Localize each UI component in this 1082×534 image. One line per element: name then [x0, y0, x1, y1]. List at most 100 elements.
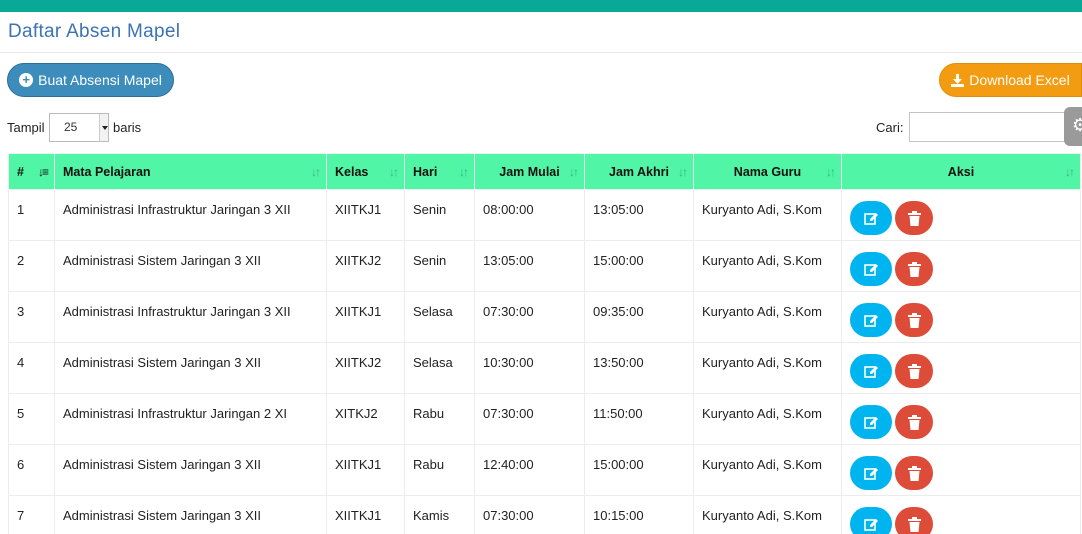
download-icon: [951, 73, 965, 87]
end-time-cell: 13:05:00: [584, 189, 694, 241]
column-header-subject[interactable]: Mata Pelajaran ↓↑: [54, 153, 327, 190]
row-number: 3: [8, 291, 55, 343]
end-time-cell: 09:35:00: [584, 291, 694, 343]
settings-side-tab[interactable]: ⚙: [1064, 107, 1082, 146]
subject-cell: Administrasi Sistem Jaringan 3 XII: [54, 342, 327, 394]
page-length-select[interactable]: 25: [49, 113, 109, 142]
delete-button[interactable]: [895, 405, 933, 439]
class-cell: XIITKJ2: [326, 342, 405, 394]
teacher-cell: Kuryanto Adi, S.Kom: [693, 291, 842, 343]
end-time-cell: 15:00:00: [584, 444, 694, 496]
column-header-end-time[interactable]: Jam Akhri ↓↑: [584, 153, 694, 190]
start-time-cell: 07:30:00: [474, 291, 585, 343]
day-cell: Selasa: [404, 291, 475, 343]
column-header-label: Nama Guru: [733, 164, 802, 179]
edit-button[interactable]: [850, 405, 892, 439]
edit-icon: [863, 314, 878, 327]
subject-cell: Administrasi Infrastruktur Jaringan 2 XI: [54, 393, 327, 445]
edit-icon: [863, 467, 878, 480]
class-cell: XIITKJ1: [326, 291, 405, 343]
length-prefix-label: Tampil: [7, 120, 45, 135]
table-header-row: # ↓≡ Mata Pelajaran ↓↑ Kelas ↓↑ Hari ↓↑ …: [8, 153, 1081, 190]
actions-cell: [841, 495, 1081, 534]
sort-icon: ↓≡: [37, 165, 49, 179]
day-cell: Kamis: [404, 495, 475, 534]
teacher-cell: Kuryanto Adi, S.Kom: [693, 444, 842, 496]
start-time-cell: 12:40:00: [474, 444, 585, 496]
delete-button[interactable]: [895, 354, 933, 388]
row-number: 7: [8, 495, 55, 534]
sort-icon: ↓↑: [826, 165, 836, 179]
actions-cell: [841, 240, 1081, 292]
table-row: 2 Administrasi Sistem Jaringan 3 XII XIITK…: [8, 240, 1081, 292]
trash-icon: [907, 210, 921, 226]
day-cell: Rabu: [404, 444, 475, 496]
edit-icon: [863, 518, 878, 531]
teacher-cell: Kuryanto Adi, S.Kom: [693, 189, 842, 241]
day-cell: Senin: [404, 240, 475, 292]
end-time-cell: 11:50:00: [584, 393, 694, 445]
edit-button[interactable]: [850, 201, 892, 235]
table-row: 4 Administrasi Sistem Jaringan 3 XII XIITK…: [8, 342, 1081, 394]
create-attendance-button[interactable]: + Buat Absensi Mapel: [7, 63, 174, 97]
column-header-label: Aksi: [947, 164, 975, 179]
delete-button[interactable]: [895, 252, 933, 286]
column-header-start-time[interactable]: Jam Mulai ↓↑: [474, 153, 585, 190]
edit-button[interactable]: [850, 354, 892, 388]
page-title: Daftar Absen Mapel: [8, 21, 181, 42]
table-row: 6 Administrasi Sistem Jaringan 3 XII XIITK…: [8, 444, 1081, 496]
class-cell: XIITKJ1: [326, 495, 405, 534]
table-row: 5 Administrasi Infrastruktur Jaringan 2 X…: [8, 393, 1081, 445]
trash-icon: [907, 516, 921, 532]
actions-cell: [841, 189, 1081, 241]
edit-button[interactable]: [850, 507, 892, 534]
edit-button[interactable]: [850, 303, 892, 337]
column-header-label: Mata Pelajaran: [63, 164, 151, 179]
download-excel-button[interactable]: Download Excel: [939, 63, 1082, 97]
table-row: 1 Administrasi Infrastruktur Jaringan 3 X…: [8, 189, 1081, 241]
column-header-label: Jam Akhri: [609, 164, 669, 179]
trash-icon: [907, 414, 921, 430]
class-cell: XITKJ2: [326, 393, 405, 445]
page-length-value: 25: [64, 120, 78, 134]
column-header-label: Hari: [413, 164, 438, 179]
row-number: 1: [8, 189, 55, 241]
column-header-number[interactable]: # ↓≡: [8, 153, 55, 190]
top-header-bar: [0, 0, 1082, 12]
subject-cell: Administrasi Sistem Jaringan 3 XII: [54, 444, 327, 496]
title-divider: [0, 52, 1082, 53]
row-number: 2: [8, 240, 55, 292]
trash-icon: [907, 261, 921, 277]
day-cell: Senin: [404, 189, 475, 241]
table-row: 3 Administrasi Infrastruktur Jaringan 3 X…: [8, 291, 1081, 343]
delete-button[interactable]: [895, 456, 933, 490]
day-cell: Rabu: [404, 393, 475, 445]
column-header-day[interactable]: Hari ↓↑: [404, 153, 475, 190]
subject-cell: Administrasi Sistem Jaringan 3 XII: [54, 240, 327, 292]
search-label: Cari:: [876, 120, 904, 135]
sort-icon: ↓↑: [459, 165, 469, 179]
edit-icon: [863, 212, 878, 225]
subject-cell: Administrasi Sistem Jaringan 3 XII: [54, 495, 327, 534]
start-time-cell: 10:30:00: [474, 342, 585, 394]
column-header-class[interactable]: Kelas ↓↑: [326, 153, 405, 190]
delete-button[interactable]: [895, 201, 933, 235]
search-input[interactable]: [909, 112, 1069, 142]
edit-button[interactable]: [850, 456, 892, 490]
table-row: 7 Administrasi Sistem Jaringan 3 XII XIITK…: [8, 495, 1081, 534]
create-attendance-label: Buat Absensi Mapel: [38, 72, 162, 88]
end-time-cell: 15:00:00: [584, 240, 694, 292]
delete-button[interactable]: [895, 303, 933, 337]
column-header-actions[interactable]: Aksi ↓↑: [841, 153, 1081, 190]
delete-button[interactable]: [895, 507, 933, 534]
teacher-cell: Kuryanto Adi, S.Kom: [693, 240, 842, 292]
teacher-cell: Kuryanto Adi, S.Kom: [693, 342, 842, 394]
edit-icon: [863, 263, 878, 276]
edit-button[interactable]: [850, 252, 892, 286]
subject-cell: Administrasi Infrastruktur Jaringan 3 XI…: [54, 189, 327, 241]
sort-icon: ↓↑: [1065, 165, 1075, 179]
column-header-teacher[interactable]: Nama Guru ↓↑: [693, 153, 842, 190]
actions-cell: [841, 444, 1081, 496]
day-cell: Selasa: [404, 342, 475, 394]
actions-cell: [841, 291, 1081, 343]
